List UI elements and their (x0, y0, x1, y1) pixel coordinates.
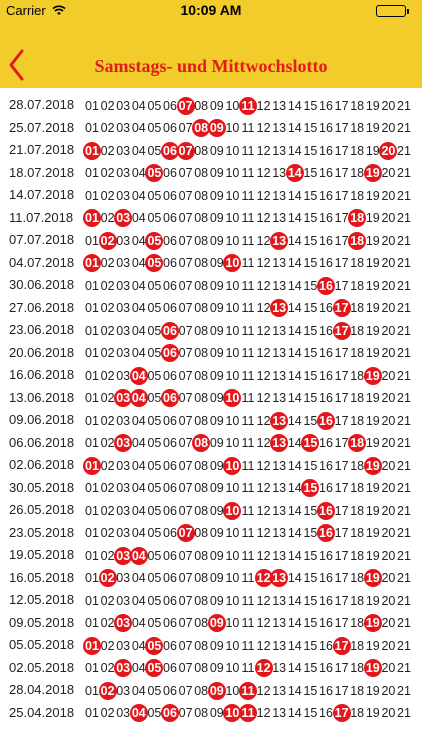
draw-date: 16.05.2018 (9, 569, 75, 585)
draw-date: 13.06.2018 (9, 389, 75, 405)
draw-row[interactable]: 02.05.2018 01 02 03 04 05 06 07 08 09 10 11 12 13 14 15… (0, 657, 422, 680)
number: 21 (397, 256, 411, 270)
draw-row[interactable]: 28.07.2018 01 02 03 04 05 06 07 08 09 10 11 12 13 14 15… (0, 94, 422, 117)
number: 21 (397, 548, 411, 563)
draw-row[interactable]: 16.05.2018 01 02 03 04 05 06 07 08 09 10 11 12 13 14 15… (0, 567, 422, 590)
draw-row[interactable]: 30.06.2018 01 02 03 04 05 06 07 08 09 10 11 12 13 14 15… (0, 274, 422, 297)
number: 21 (397, 706, 411, 720)
draw-date: 04.07.2018 (9, 254, 75, 270)
draw-row[interactable]: 13.06.2018 01 02 03 04 05 06 07 08 09 10 11 12 13 14 15… (0, 387, 422, 410)
draw-date: 23.06.2018 (9, 322, 75, 337)
draw-row[interactable]: 19.05.2018 01 02 03 04 05 06 07 08 09 10 11 12 13 14 15… (0, 544, 422, 567)
number: 21 (397, 616, 411, 630)
draw-list[interactable]: 28.07.2018 01 02 03 04 05 06 07 08 09 10 11 12 13 14 15… (0, 94, 422, 750)
number: 21 (397, 503, 411, 518)
number: 21 (397, 323, 411, 338)
draw-row[interactable]: 28.04.2018 01 02 03 04 05 06 07 08 09 10 11 12 13 14 15… (0, 679, 422, 702)
draw-date: 06.06.2018 (9, 434, 75, 450)
draw-row[interactable]: 25.04.2018 01 02 03 04 05 06 07 08 09 10 11 12 13 14 15… (0, 702, 422, 725)
draw-row[interactable]: 04.07.2018 01 02 03 04 05 06 07 08 09 10 11 12 13 14 15… (0, 252, 422, 275)
number: 21 (397, 436, 411, 450)
draw-date: 25.07.2018 (9, 119, 75, 135)
number: 21 (397, 121, 411, 135)
draw-row[interactable]: 27.06.2018 01 02 03 04 05 06 07 08 09 10 11 12 13 14 15… (0, 297, 422, 320)
draw-date: 28.04.2018 (9, 682, 75, 697)
battery-icon (376, 5, 409, 17)
draw-row[interactable]: 26.05.2018 01 02 03 04 05 06 07 08 09 10 11 12 13 14 15… (0, 499, 422, 522)
draw-date: 26.05.2018 (9, 502, 75, 517)
draw-date: 27.06.2018 (9, 299, 75, 315)
draw-date: 16.06.2018 (9, 367, 75, 382)
draw-date: 18.07.2018 (9, 164, 75, 180)
draw-row[interactable]: 30.05.2018 01 02 03 04 05 06 07 08 09 10 11 12 13 14 15… (0, 477, 422, 500)
number: 21 (397, 413, 411, 428)
number: 21 (397, 211, 411, 225)
draw-date: 09.06.2018 (9, 412, 75, 427)
draw-date: 30.06.2018 (9, 277, 75, 292)
draw-row[interactable]: 11.07.2018 01 02 03 04 05 06 07 08 09 10 11 12 13 14 15… (0, 207, 422, 230)
charging-icon: ⚡ (410, 3, 422, 17)
number: 21 (397, 661, 411, 675)
draw-row[interactable]: 23.05.2018 01 02 03 04 05 06 07 08 09 10 11 12 13 14 15… (0, 522, 422, 545)
number: 21 (397, 391, 411, 405)
number: 21 (397, 683, 411, 698)
status-bar: Carrier 10:09 AM ⚡ (0, 0, 422, 22)
draw-row[interactable]: 23.06.2018 01 02 03 04 05 06 07 08 09 10 11 12 13 14 15… (0, 319, 422, 342)
draw-row[interactable]: 18.07.2018 01 02 03 04 05 06 07 08 09 10 11 12 13 14 15… (0, 162, 422, 185)
number: 21 (397, 188, 411, 203)
number: 21 (397, 301, 411, 315)
header: Carrier 10:09 AM ⚡ Samstags- und Mittwoc… (0, 0, 422, 88)
draw-date: 30.05.2018 (9, 479, 75, 495)
draw-row[interactable]: 05.05.2018 01 02 03 04 05 06 07 08 09 10 11 12 13 14 15… (0, 634, 422, 657)
draw-row[interactable]: 09.06.2018 01 02 03 04 05 06 07 08 09 10 11 12 13 14 15… (0, 409, 422, 432)
clock: 10:09 AM (180, 2, 242, 18)
number: 21 (397, 481, 411, 495)
draw-date: 21.07.2018 (9, 142, 75, 157)
draw-date: 14.07.2018 (9, 187, 75, 202)
number: 21 (397, 593, 411, 608)
number: 21 (397, 526, 411, 540)
draw-date: 05.05.2018 (9, 637, 75, 652)
draw-date: 28.07.2018 (9, 97, 75, 112)
number: 21 (397, 166, 411, 180)
draw-row[interactable]: 21.07.2018 01 02 03 04 05 06 07 08 09 10 11 12 13 14 15… (0, 139, 422, 162)
draw-date: 09.05.2018 (9, 614, 75, 630)
draw-row[interactable]: 16.06.2018 01 02 03 04 05 06 07 08 09 10 11 12 13 14 15… (0, 364, 422, 387)
number: 21 (397, 458, 411, 473)
draw-row[interactable]: 12.05.2018 01 02 03 04 05 06 07 08 09 10 11 12 13 14 15… (0, 589, 422, 612)
draw-date: 02.05.2018 (9, 659, 75, 675)
draw-date: 23.05.2018 (9, 524, 75, 540)
number: 21 (397, 346, 411, 360)
draw-date: 12.05.2018 (9, 592, 75, 607)
draw-date: 20.06.2018 (9, 344, 75, 360)
number: 21 (397, 98, 411, 113)
page-title: Samstags- und Mittwochslotto (94, 56, 328, 76)
draw-date: 25.04.2018 (9, 704, 75, 720)
draw-row[interactable]: 07.07.2018 01 02 03 04 05 06 07 08 09 10 11 12 13 14 15… (0, 229, 422, 252)
draw-date: 07.07.2018 (9, 232, 75, 247)
draw-row[interactable]: 25.07.2018 01 02 03 04 05 06 07 08 09 10 11 12 13 14 15… (0, 117, 422, 140)
number: 21 (397, 233, 411, 248)
draw-row[interactable]: 06.06.2018 01 02 03 04 05 06 07 08 09 10 11 12 13 14 15… (0, 432, 422, 455)
number: 21 (397, 571, 411, 585)
draw-date: 02.06.2018 (9, 457, 75, 472)
number: 21 (397, 278, 411, 293)
draw-date: 11.07.2018 (9, 209, 74, 225)
number: 21 (397, 638, 411, 653)
draw-row[interactable]: 20.06.2018 01 02 03 04 05 06 07 08 09 10 11 12 13 14 15… (0, 342, 422, 365)
draw-date: 19.05.2018 (9, 547, 75, 562)
number: 21 (397, 368, 411, 383)
draw-row[interactable]: 14.07.2018 01 02 03 04 05 06 07 08 09 10 11 12 13 14 15… (0, 184, 422, 207)
draw-row[interactable]: 09.05.2018 01 02 03 04 05 06 07 08 09 10 11 12 13 14 15… (0, 612, 422, 635)
number: 21 (397, 143, 411, 158)
draw-row[interactable]: 02.06.2018 01 02 03 04 05 06 07 08 09 10 11 12 13 14 15… (0, 454, 422, 477)
